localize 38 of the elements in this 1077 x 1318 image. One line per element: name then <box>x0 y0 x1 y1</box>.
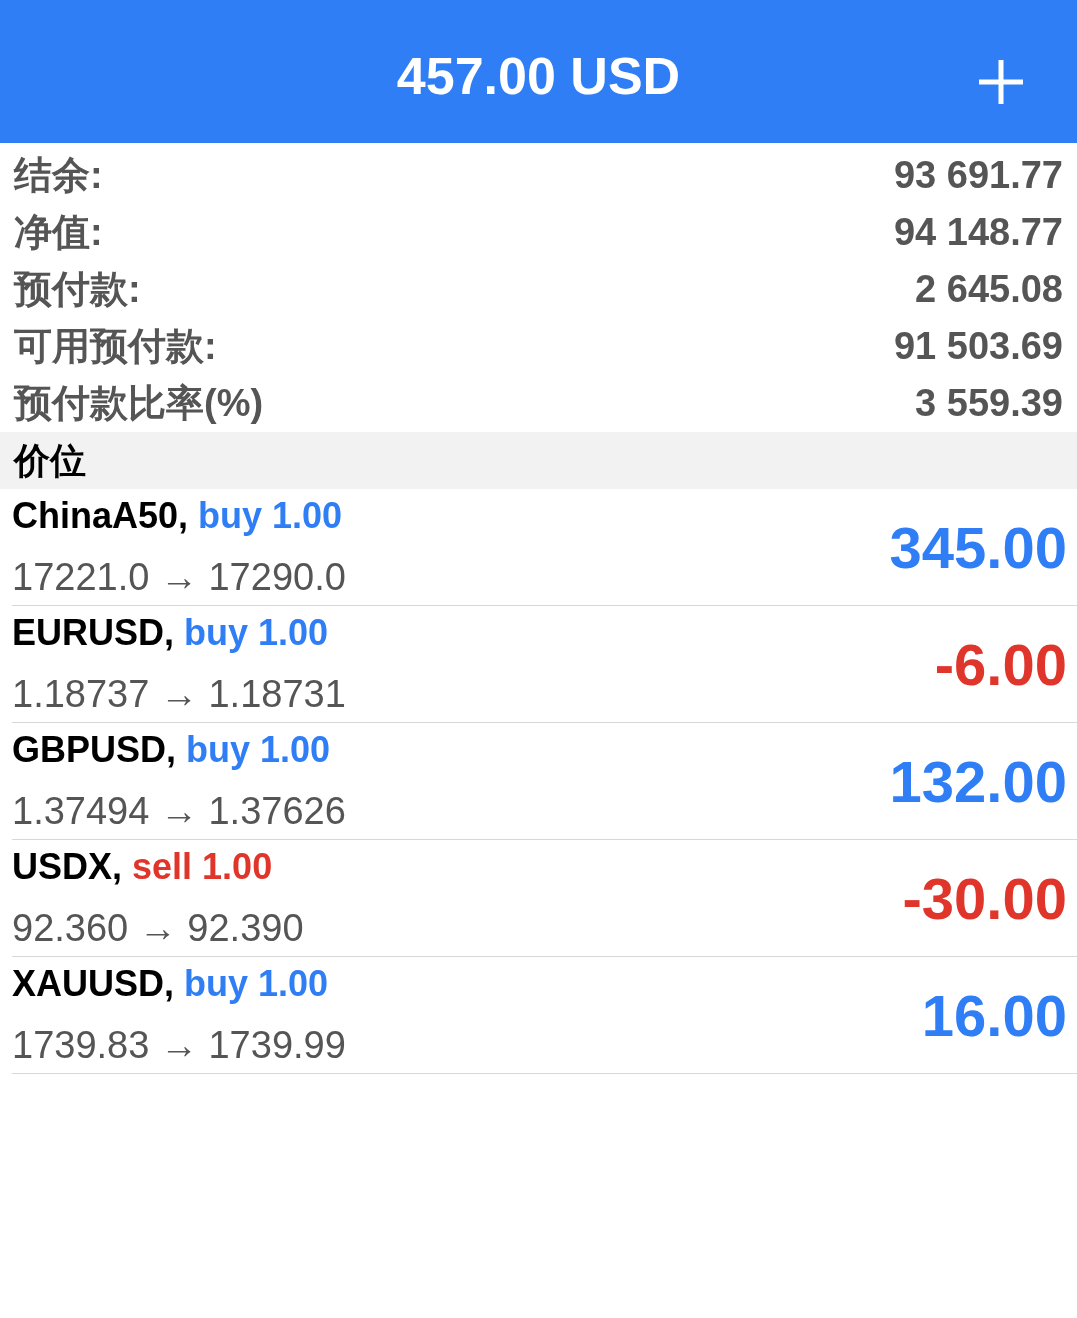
price-change: 17221.0 → 17290.0 <box>12 554 346 600</box>
symbol-label: XAUUSD, <box>12 961 175 1006</box>
summary-label: 净值: <box>14 210 103 255</box>
profit-value: -30.00 <box>902 864 1067 933</box>
price-change: 92.360 → 92.390 <box>12 905 304 951</box>
symbol-label: ChinaA50, <box>12 493 189 538</box>
order-label: buy 1.00 <box>186 727 331 772</box>
symbol-label: USDX, <box>12 844 123 889</box>
symbol-label: EURUSD, <box>12 610 175 655</box>
summary-label: 预付款: <box>14 267 141 312</box>
summary-label: 可用预付款: <box>14 324 217 369</box>
summary-label: 预付款比率(%) <box>14 381 264 426</box>
section-title: 价位 <box>14 438 86 483</box>
summary-label: 结余: <box>14 153 103 198</box>
price-change: 1.37494 → 1.37626 <box>12 788 346 834</box>
plus-icon <box>977 58 1025 106</box>
price-change: 1.18737 → 1.18731 <box>12 671 346 717</box>
position-row[interactable]: XAUUSD, buy 1.00 1739.83 → 1739.99 16.00 <box>12 957 1077 1074</box>
order-label: sell 1.00 <box>132 844 273 889</box>
order-label: buy 1.00 <box>184 610 329 655</box>
summary-value: 2 645.08 <box>915 267 1063 312</box>
order-label: buy 1.00 <box>184 961 329 1006</box>
position-row[interactable]: GBPUSD, buy 1.00 1.37494 → 1.37626 132.00 <box>12 723 1077 840</box>
position-row[interactable]: EURUSD, buy 1.00 1.18737 → 1.18731 -6.00 <box>12 606 1077 723</box>
profit-value: 132.00 <box>889 747 1067 816</box>
profit-value: 16.00 <box>921 981 1067 1050</box>
order-label: buy 1.00 <box>198 493 343 538</box>
summary-value: 94 148.77 <box>893 210 1063 255</box>
summary-value: 3 559.39 <box>915 381 1063 426</box>
header-title: 457.00 USD <box>396 45 681 107</box>
summary-value: 93 691.77 <box>893 153 1063 198</box>
summary-value: 91 503.69 <box>893 324 1063 369</box>
position-row[interactable]: ChinaA50, buy 1.00 17221.0 → 17290.0 345.00 <box>12 489 1077 606</box>
price-change: 1739.83 → 1739.99 <box>12 1022 346 1068</box>
position-row[interactable]: USDX, sell 1.00 92.360 → 92.390 -30.00 <box>12 840 1077 957</box>
profit-value: -6.00 <box>934 630 1067 699</box>
profit-value: 345.00 <box>889 513 1067 582</box>
symbol-label: GBPUSD, <box>12 727 177 772</box>
